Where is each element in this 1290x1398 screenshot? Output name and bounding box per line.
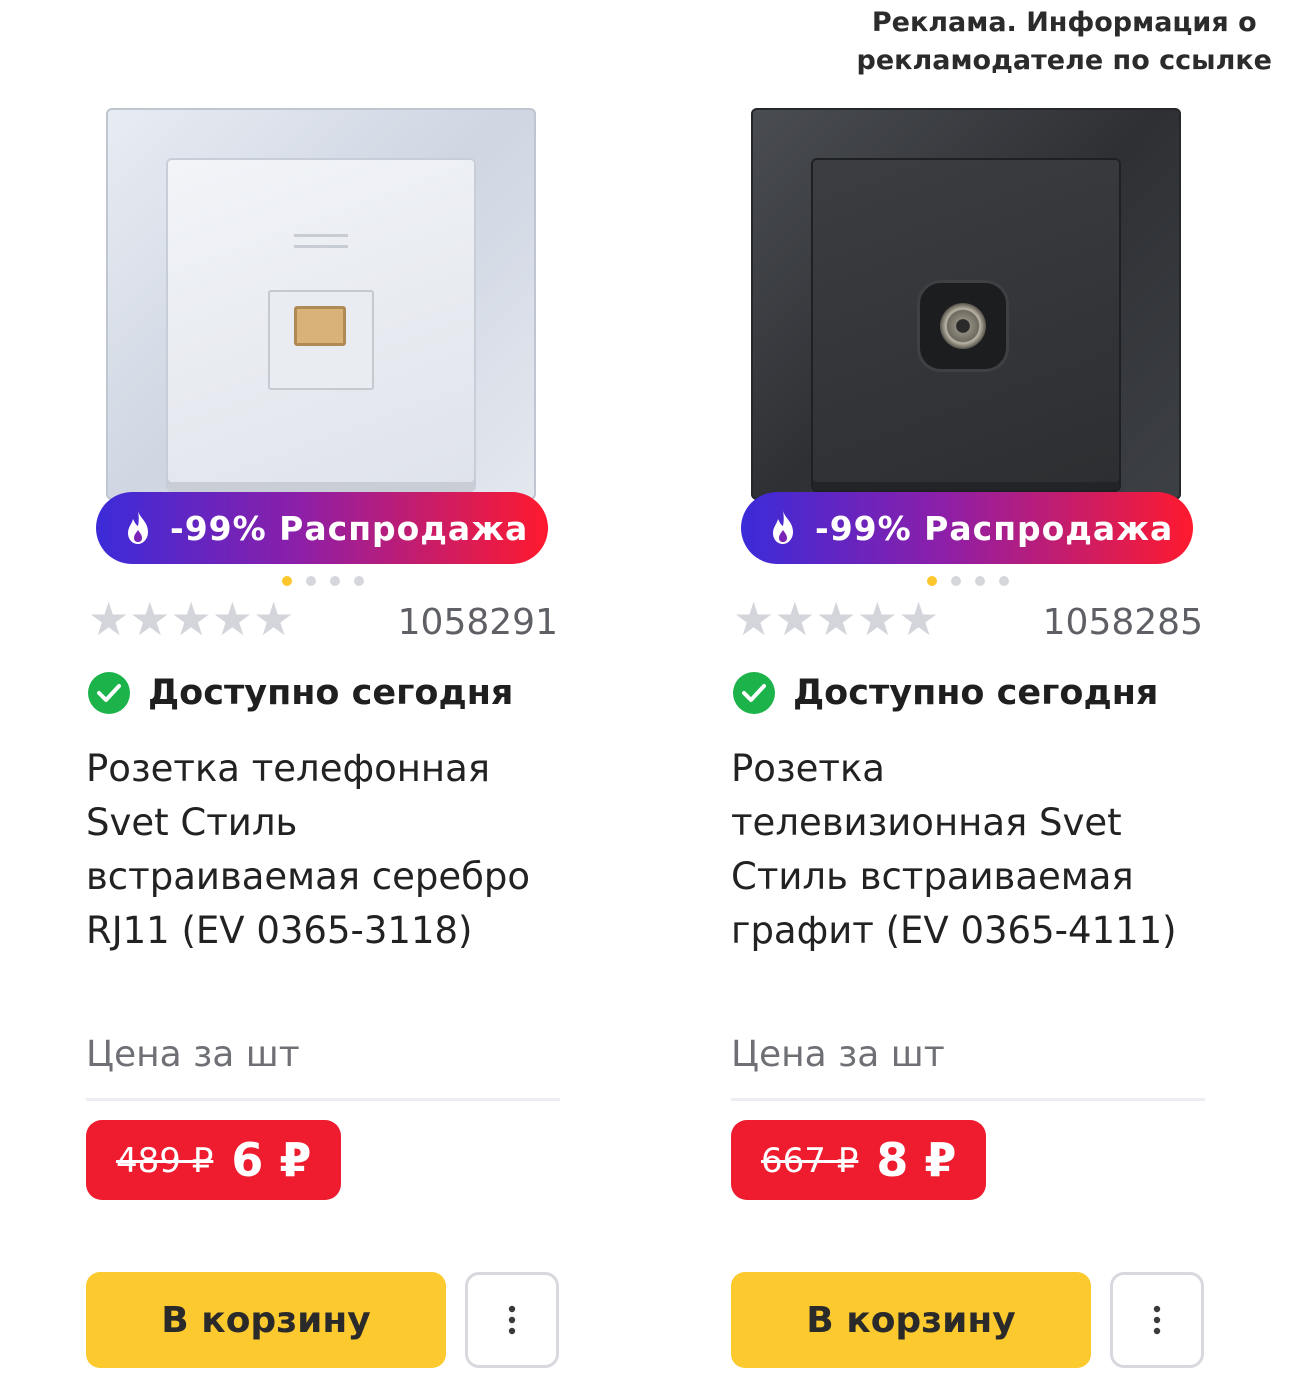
availability-text: Доступно сегодня (793, 673, 1159, 713)
carousel-dot[interactable] (354, 576, 364, 586)
image-carousel-dots[interactable] (282, 576, 364, 586)
title-line: Стиль встраиваемая (731, 855, 1134, 898)
carousel-dot[interactable] (330, 576, 340, 586)
title-line: телевизионная Svet (731, 801, 1122, 844)
old-price: 667 ₽ (761, 1141, 859, 1181)
socket-plate-image (751, 108, 1181, 500)
title-line: встраиваемая серебро (86, 855, 531, 898)
carousel-dot-active[interactable] (282, 576, 292, 586)
availability-status: Доступно сегодня (88, 672, 513, 714)
sale-badge-text: -99% Распродажа (815, 508, 1174, 548)
star-icon: ★ (170, 592, 212, 646)
rating-stars: ★ ★ ★ ★ ★ (733, 596, 939, 642)
star-icon: ★ (253, 592, 295, 646)
add-to-cart-button[interactable]: В корзину (86, 1272, 446, 1368)
fire-icon (773, 511, 793, 544)
divider (731, 1098, 1205, 1101)
product-image[interactable] (751, 108, 1181, 500)
add-to-cart-button[interactable]: В корзину (731, 1272, 1091, 1368)
more-options-button[interactable] (465, 1272, 559, 1368)
carousel-dot[interactable] (306, 576, 316, 586)
title-line: графит (EV 0365-4111) (731, 909, 1177, 952)
title-line: Розетка телефонная (86, 747, 491, 790)
more-options-button[interactable] (1110, 1272, 1204, 1368)
product-sku: 1058285 (1042, 602, 1203, 643)
star-icon: ★ (733, 592, 775, 646)
product-image[interactable] (106, 108, 536, 500)
star-icon: ★ (815, 592, 857, 646)
carousel-dot[interactable] (975, 576, 985, 586)
star-icon: ★ (88, 592, 130, 646)
rating-stars: ★ ★ ★ ★ ★ (88, 596, 294, 642)
price-badge: 489 ₽ 6 ₽ (86, 1120, 342, 1200)
product-card[interactable]: -99% Распродажа ★ ★ ★ ★ ★ 1058291 Доступно с… (86, 0, 566, 1398)
product-title-link[interactable]: Розетка телефонная Svet Стиль встраиваем… (86, 742, 566, 958)
price-unit-label: Цена за шт (731, 1034, 945, 1075)
carousel-dot-active[interactable] (927, 576, 937, 586)
star-icon: ★ (856, 592, 898, 646)
image-carousel-dots[interactable] (927, 576, 1009, 586)
check-circle-icon (733, 672, 775, 714)
sale-badge: -99% Распродажа (741, 492, 1193, 564)
title-line: RJ11 (EV 0365-3118) (86, 909, 473, 952)
product-title-link[interactable]: Розетка телевизионная Svet Стиль встраив… (731, 742, 1211, 958)
star-icon: ★ (129, 592, 171, 646)
title-line: Svet Стиль (86, 801, 298, 844)
product-sku: 1058291 (397, 602, 558, 643)
star-icon: ★ (898, 592, 940, 646)
availability-status: Доступно сегодня (733, 672, 1158, 714)
title-line: Розетка (731, 747, 885, 790)
availability-text: Доступно сегодня (148, 673, 514, 713)
fire-icon (128, 511, 148, 544)
current-price: 6 ₽ (231, 1133, 312, 1187)
old-price: 489 ₽ (116, 1141, 214, 1181)
carousel-dot[interactable] (951, 576, 961, 586)
divider (86, 1098, 560, 1101)
price-unit-label: Цена за шт (86, 1034, 300, 1075)
check-circle-icon (88, 672, 130, 714)
carousel-dot[interactable] (999, 576, 1009, 586)
more-vertical-icon (1153, 1305, 1161, 1335)
product-card[interactable]: -99% Распродажа ★ ★ ★ ★ ★ 1058285 Доступно с… (731, 0, 1211, 1398)
current-price: 8 ₽ (876, 1133, 957, 1187)
sale-badge-text: -99% Распродажа (170, 508, 529, 548)
socket-plate-image (106, 108, 536, 500)
star-icon: ★ (774, 592, 816, 646)
star-icon: ★ (211, 592, 253, 646)
price-badge: 667 ₽ 8 ₽ (731, 1120, 987, 1200)
more-vertical-icon (508, 1305, 516, 1335)
sale-badge: -99% Распродажа (96, 492, 548, 564)
